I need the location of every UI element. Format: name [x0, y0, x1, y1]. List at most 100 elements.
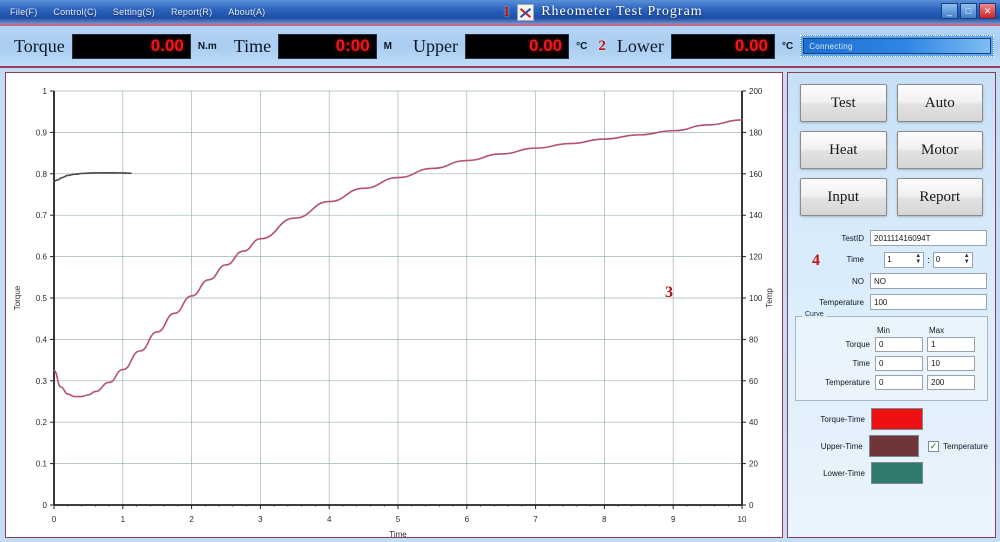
menu-item-file[interactable]: File(F)	[10, 7, 37, 17]
test-parameters-form: 4 TestID 201111416094T Time 1 ▲ ▼ : 0 ▲ …	[788, 216, 995, 310]
upper-time-color-swatch[interactable]	[868, 435, 920, 457]
menu-bar: File(F) Control(C) Setting(S) Report(R) …	[0, 0, 265, 24]
svg-text:8: 8	[602, 515, 607, 524]
svg-text:160: 160	[749, 170, 763, 179]
test-id-input[interactable]: 201111416094T	[870, 230, 987, 246]
temperature-checkbox-label: Temperature	[943, 441, 988, 451]
app-logo-icon	[517, 3, 535, 21]
upper-display: 0.00	[464, 33, 570, 59]
time-hours-stepper[interactable]: 1 ▲ ▼	[884, 251, 925, 268]
time-display: 0:00	[278, 33, 377, 59]
temperature-input[interactable]: 100	[870, 294, 987, 310]
svg-text:0.8: 0.8	[36, 170, 48, 179]
test-button[interactable]: Test	[800, 84, 887, 122]
temperature-checkbox[interactable]: ✓	[928, 440, 940, 452]
curve-torque-max-input[interactable]: 1	[927, 337, 975, 352]
torque-time-color-swatch[interactable]	[871, 408, 923, 430]
svg-text:80: 80	[749, 335, 758, 344]
maximize-icon[interactable]: □	[960, 3, 977, 19]
time-unit: M	[383, 40, 392, 52]
time-minutes-stepper[interactable]: 0 ▲ ▼	[932, 251, 973, 268]
lower-value: 0.00	[734, 36, 768, 55]
curve-time-min-input[interactable]: 0	[875, 356, 923, 371]
svg-text:0.6: 0.6	[36, 253, 48, 262]
svg-text:0.2: 0.2	[36, 418, 48, 427]
svg-text:60: 60	[749, 377, 758, 386]
upper-label: Upper	[413, 35, 458, 56]
min-column-header: Min	[877, 326, 890, 335]
svg-text:0: 0	[749, 501, 754, 510]
svg-text:6: 6	[465, 515, 470, 524]
svg-text:200: 200	[749, 87, 763, 96]
form-row-test-id: TestID 201111416094T	[796, 230, 987, 246]
svg-text:100: 100	[749, 294, 763, 303]
auto-button[interactable]: Auto	[896, 84, 983, 122]
menu-item-report[interactable]: Report(R)	[171, 7, 212, 17]
svg-text:7: 7	[533, 515, 538, 524]
svg-text:1: 1	[43, 87, 48, 96]
svg-text:4: 4	[327, 515, 332, 524]
upper-value: 0.00	[529, 36, 563, 55]
time-label: Time	[233, 35, 272, 56]
heat-button[interactable]: Heat	[800, 131, 887, 169]
title-bar: File(F) Control(C) Setting(S) Report(R) …	[0, 0, 1000, 26]
curve-temperature-min-input[interactable]: 0	[875, 375, 923, 390]
time-hours-value: 1	[887, 255, 892, 264]
upper-unit: °C	[576, 40, 588, 52]
svg-text:0: 0	[43, 501, 48, 510]
legend-row-torque-time: Torque-Time	[795, 408, 988, 430]
form-row-temperature: Temperature 100	[796, 294, 987, 310]
curve-table-header: Min Max	[799, 326, 984, 335]
svg-text:180: 180	[749, 128, 763, 137]
svg-text:0.3: 0.3	[36, 377, 48, 386]
svg-text:40: 40	[749, 418, 758, 427]
control-panel: Test Auto Heat Motor Input Report 4 Test…	[787, 72, 996, 538]
annotation-marker-1: 1	[502, 3, 511, 20]
curve-time-max-input[interactable]: 10	[927, 356, 975, 371]
minimize-icon[interactable]: _	[941, 3, 958, 19]
menu-item-setting[interactable]: Setting(S)	[113, 7, 155, 17]
curve-torque-min-input[interactable]: 0	[875, 337, 923, 352]
svg-text:0.9: 0.9	[36, 128, 48, 137]
torque-unit: N.m	[197, 40, 217, 52]
annotation-marker-2: 2	[598, 37, 606, 54]
report-button[interactable]: Report	[896, 178, 983, 216]
chart-panel: 0 0.1 0.2 0.3 0.4 0.5 0.6 0.7 0.8 0.9 1 0 20 40 60 80 10…	[5, 72, 783, 538]
annotation-marker-3: 3	[665, 284, 673, 301]
close-icon[interactable]: ✕	[979, 3, 996, 19]
temperature-checkbox-group[interactable]: ✓ Temperature	[928, 440, 988, 452]
lower-time-color-swatch[interactable]	[871, 462, 923, 484]
svg-text:3: 3	[258, 515, 263, 524]
lower-label: Lower	[616, 35, 664, 56]
svg-text:Temp: Temp	[765, 288, 774, 308]
menu-item-control[interactable]: Control(C)	[53, 7, 97, 17]
svg-text:0: 0	[52, 515, 57, 524]
time-minutes-value: 0	[935, 255, 941, 264]
temperature-label: Temperature	[819, 297, 864, 307]
motor-button[interactable]: Motor	[896, 131, 983, 169]
form-row-time: Time 1 ▲ ▼ : 0 ▲ ▼	[796, 251, 987, 268]
svg-text:0.7: 0.7	[36, 211, 48, 220]
torque-time-chart: 00.10.20.30.40.50.60.70.80.9102040608010…	[6, 73, 782, 537]
time-value: 0:00	[335, 36, 370, 55]
input-button[interactable]: Input	[800, 178, 887, 216]
svg-text:9: 9	[671, 515, 676, 524]
time-spinner-group: 1 ▲ ▼ : 0 ▲ ▼	[870, 251, 987, 268]
svg-text:0.4: 0.4	[36, 335, 48, 344]
upper-time-label: Upper-Time	[820, 441, 863, 451]
lower-display: 0.00	[670, 33, 775, 59]
time-separator: :	[927, 254, 930, 265]
menu-item-about[interactable]: About(A)	[228, 7, 265, 17]
legend-row-upper-time: Upper-Time ✓ Temperature	[795, 435, 988, 457]
hours-spinner-arrows-icon[interactable]: ▲ ▼	[915, 253, 921, 265]
page-title: Rheometer Test Program	[541, 4, 703, 19]
minutes-spinner-arrows-icon[interactable]: ▲ ▼	[964, 253, 970, 265]
no-input[interactable]: NO	[870, 273, 987, 289]
lower-time-label: Lower-Time	[823, 468, 865, 478]
curve-temperature-max-input[interactable]: 200	[927, 375, 975, 390]
lower-unit: °C	[781, 40, 794, 52]
svg-text:1: 1	[121, 515, 126, 524]
svg-text:20: 20	[749, 460, 758, 469]
torque-label: Torque	[14, 35, 65, 56]
main-area: 0 0.1 0.2 0.3 0.4 0.5 0.6 0.7 0.8 0.9 1 0 20 40 60 80 10…	[0, 68, 1000, 542]
